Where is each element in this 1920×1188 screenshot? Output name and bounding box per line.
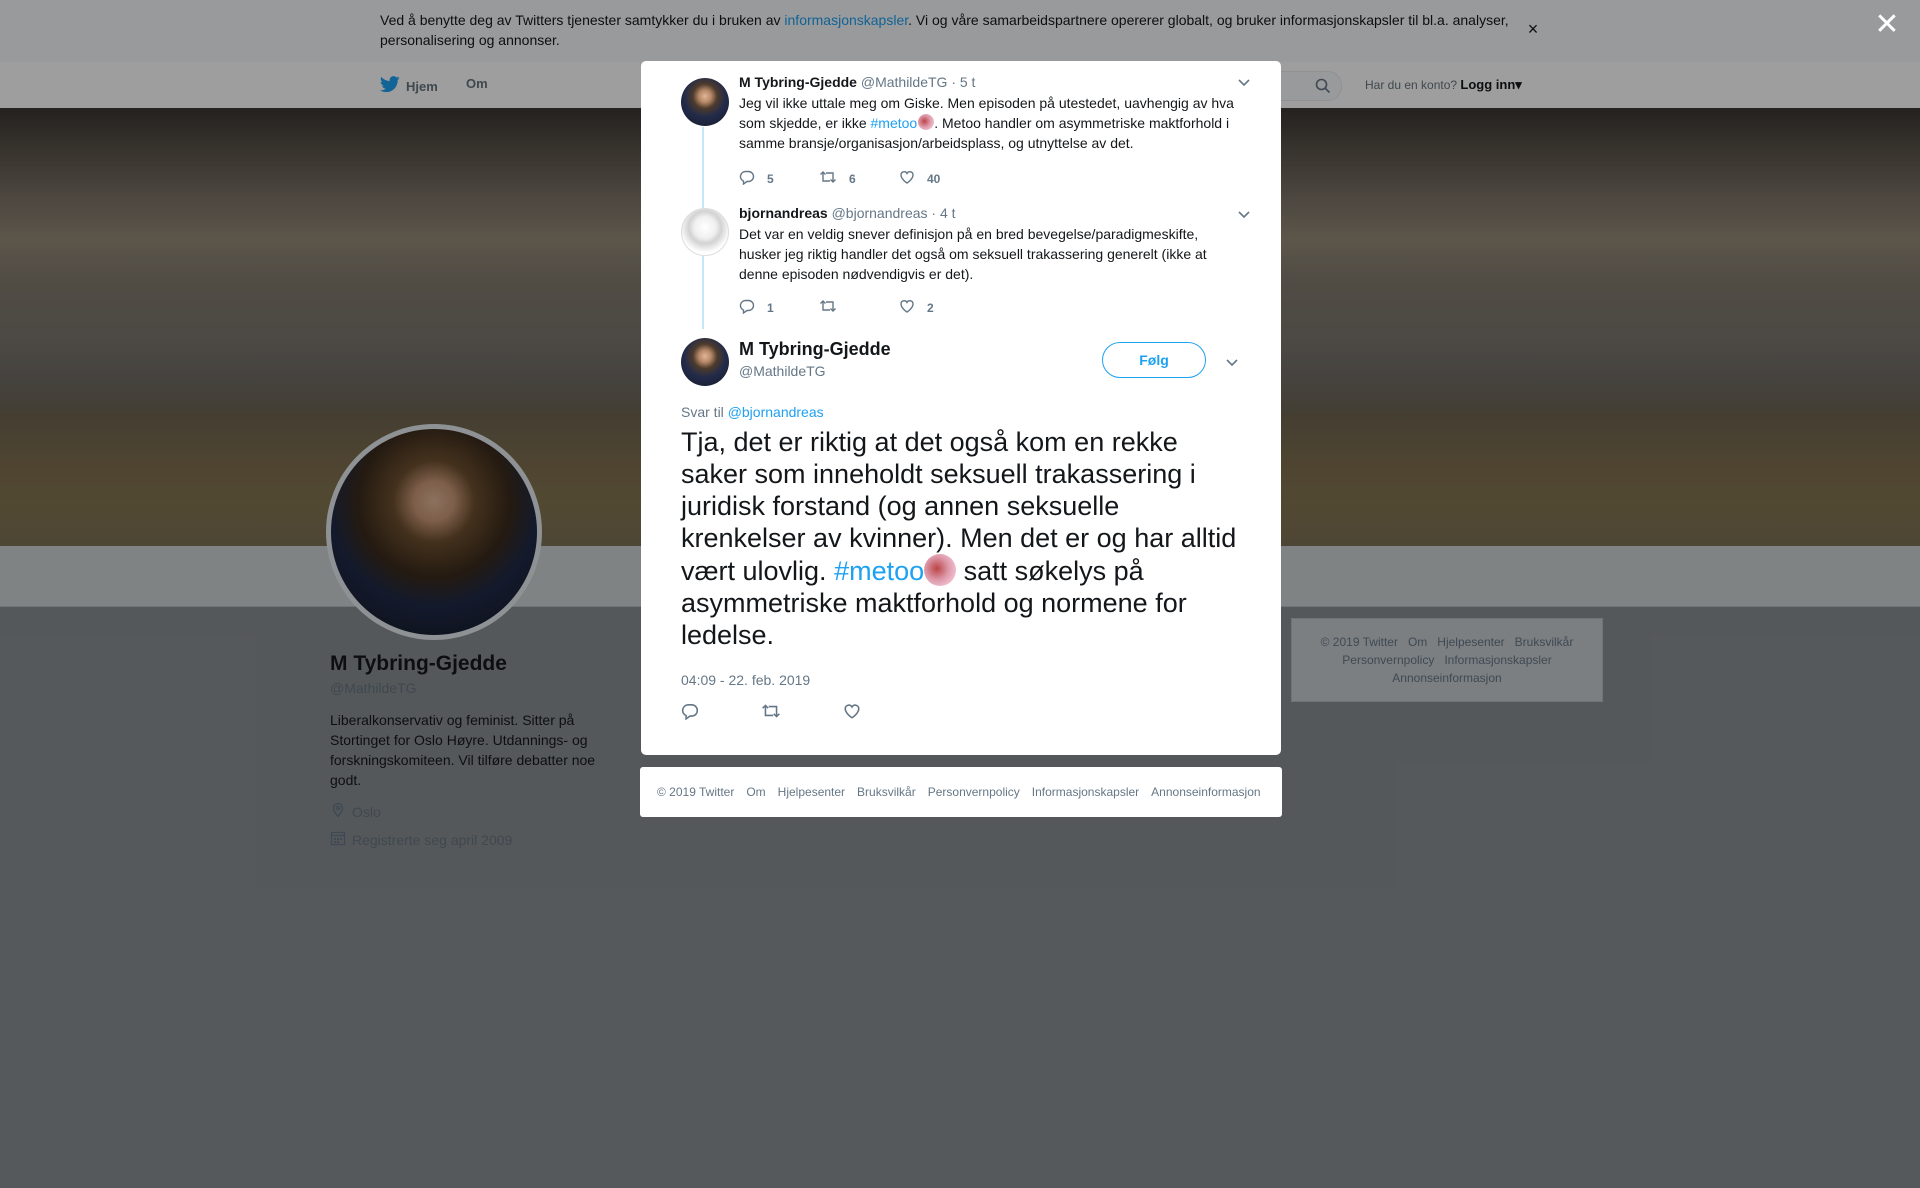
- tweet-header: bjornandreas @bjornandreas · 4 t: [739, 205, 956, 221]
- retweet-icon: [819, 169, 837, 188]
- tweet-actions: 1 2: [739, 298, 1159, 317]
- tweet-permalink-modal: M Tybring-Gjedde @MathildeTG · 5 t Jeg v…: [641, 61, 1281, 755]
- footer-link[interactable]: Annonseinformasjon: [1151, 785, 1260, 799]
- retweet-count: 6: [849, 171, 856, 186]
- hashtag-link[interactable]: #metoo: [834, 556, 924, 586]
- tweet-author-handle[interactable]: @bjornandreas: [832, 205, 928, 221]
- tweet-author-handle[interactable]: @MathildeTG: [739, 363, 826, 379]
- tweet-author-name[interactable]: bjornandreas: [739, 205, 828, 221]
- context-tweet[interactable]: bjornandreas @bjornandreas · 4 t Det var…: [681, 191, 1251, 321]
- chevron-down-icon[interactable]: [1225, 355, 1239, 373]
- tweet-author-handle[interactable]: @MathildeTG: [861, 74, 948, 90]
- heart-icon: [843, 704, 861, 724]
- reply-button[interactable]: 5: [739, 169, 819, 188]
- retweet-button[interactable]: 6: [819, 169, 899, 188]
- reply-button[interactable]: 1: [739, 298, 819, 317]
- heart-icon: [899, 298, 915, 317]
- reply-icon: [739, 298, 755, 317]
- heart-icon: [899, 169, 915, 188]
- like-count: 2: [927, 300, 934, 315]
- tweet-actions: 5 6 40: [739, 169, 1159, 188]
- footer-link[interactable]: Om: [746, 785, 765, 799]
- metoo-emoji-icon: [918, 114, 935, 130]
- footer-link[interactable]: Informasjonskapsler: [1032, 785, 1139, 799]
- tweet-header: M Tybring-Gjedde @MathildeTG · 5 t: [739, 74, 975, 90]
- metoo-emoji-icon: [924, 554, 957, 586]
- tweet-text: Det var en veldig snever definisjon på e…: [739, 226, 1207, 282]
- context-tweet[interactable]: M Tybring-Gjedde @MathildeTG · 5 t Jeg v…: [681, 61, 1251, 191]
- reply-icon: [739, 169, 755, 188]
- footer-link[interactable]: © 2019 Twitter: [657, 785, 734, 799]
- chevron-down-icon[interactable]: [1237, 75, 1251, 93]
- tweet-time[interactable]: · 5 t: [951, 74, 975, 90]
- footer-link[interactable]: Personvernpolicy: [928, 785, 1020, 799]
- reply-to-label: Svar til: [681, 404, 728, 420]
- main-tweet-text: Tja, det er riktig at det også kom en re…: [681, 426, 1246, 651]
- tweet-time[interactable]: · 4 t: [931, 205, 955, 221]
- like-count: 40: [927, 171, 941, 186]
- tweet-author-name[interactable]: M Tybring-Gjedde: [739, 339, 891, 360]
- tweet-actions: [681, 702, 861, 725]
- modal-footer: © 2019 Twitter Om Hjelpesenter Bruksvilk…: [640, 767, 1282, 817]
- reply-button[interactable]: [681, 702, 699, 725]
- reply-count: 5: [767, 171, 774, 186]
- follow-button[interactable]: Følg: [1102, 342, 1206, 378]
- retweet-icon: [761, 704, 781, 724]
- tweet-timestamp[interactable]: 04:09 - 22. feb. 2019: [681, 672, 810, 688]
- retweet-icon: [819, 298, 837, 317]
- chevron-down-icon[interactable]: [1237, 207, 1251, 225]
- reply-icon: [681, 704, 699, 724]
- avatar[interactable]: [681, 78, 729, 126]
- footer-link[interactable]: Bruksvilkår: [857, 785, 916, 799]
- like-button[interactable]: 2: [899, 298, 979, 317]
- tweet-author-name[interactable]: M Tybring-Gjedde: [739, 74, 857, 90]
- reply-to-handle-link[interactable]: @bjornandreas: [728, 404, 824, 420]
- tweet-text: Jeg vil ikke uttale meg om Giske. Men ep…: [739, 93, 1244, 153]
- avatar[interactable]: [681, 338, 729, 386]
- like-button[interactable]: 40: [899, 169, 979, 188]
- hashtag-link[interactable]: #metoo: [871, 115, 918, 131]
- like-button[interactable]: [843, 702, 861, 725]
- reply-context: Svar til @bjornandreas: [681, 404, 824, 420]
- avatar[interactable]: [681, 208, 729, 256]
- close-icon[interactable]: ✕: [1872, 10, 1902, 40]
- retweet-button[interactable]: [761, 702, 781, 725]
- footer-link[interactable]: Hjelpesenter: [778, 785, 845, 799]
- reply-count: 1: [767, 300, 774, 315]
- retweet-button[interactable]: [819, 298, 899, 317]
